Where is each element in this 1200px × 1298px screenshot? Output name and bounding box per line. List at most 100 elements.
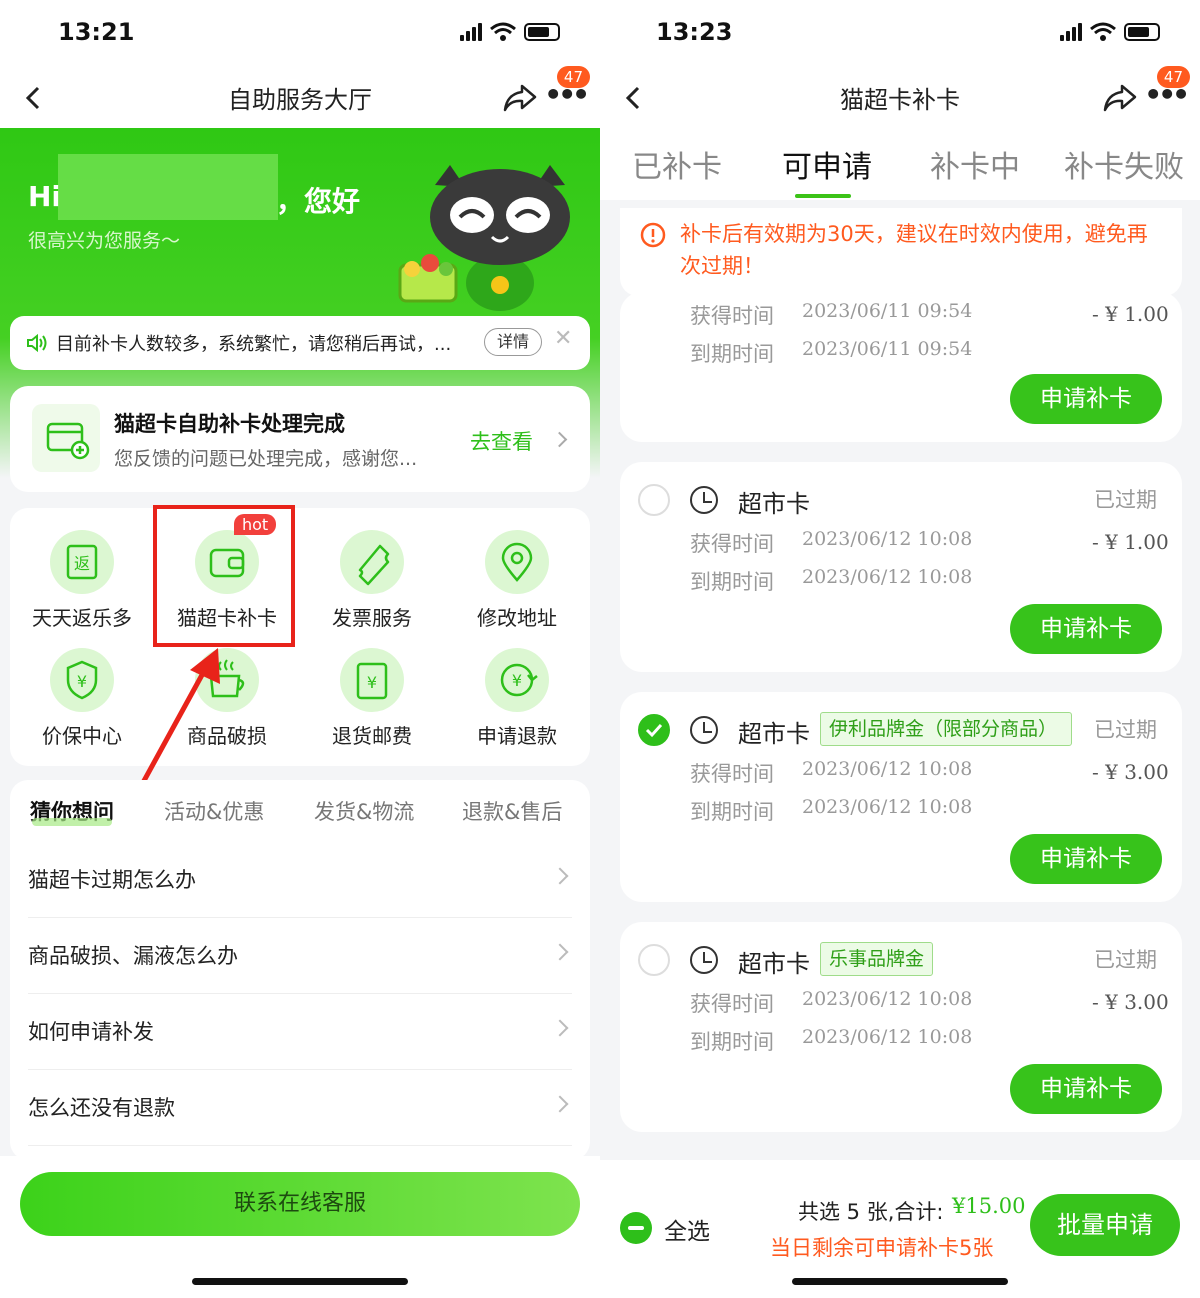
clock-icon (690, 486, 718, 514)
card-amount: - ¥ 3.00 (1092, 990, 1169, 1014)
batch-apply-button[interactable]: 批量申请 (1030, 1194, 1180, 1256)
rebate-icon[interactable]: 返 (50, 530, 114, 594)
faq-row[interactable]: 如何申请补发 (28, 994, 572, 1070)
tab-promotions[interactable]: 活动&优惠 (164, 796, 264, 826)
card-name: 超市卡 (738, 950, 810, 978)
get-time-value: 2023/06/12 10:08 (802, 988, 973, 1010)
expire-time-label: 到期时间 (690, 570, 774, 594)
minus-icon (628, 1226, 644, 1230)
tab-in-progress[interactable]: 补卡中 (930, 142, 1020, 186)
card-status: 已过期 (1094, 948, 1157, 972)
chevron-right-icon (551, 431, 568, 448)
faq-row[interactable]: 怎么还没有退款 (28, 1070, 572, 1146)
select-all-checkbox[interactable] (620, 1212, 652, 1244)
warning-text: 补卡后有效期为30天，建议在时效内使用，避免再次过期！ (680, 222, 1148, 278)
contact-service-button[interactable]: 联系在线客服 (20, 1172, 580, 1236)
expire-time-label: 到期时间 (690, 1030, 774, 1054)
grid-item-return-postage[interactable]: 退货邮费 (302, 720, 442, 749)
location-pin-icon[interactable] (485, 530, 549, 594)
greeting-text: ，您好 (276, 185, 361, 218)
tab-failed[interactable]: 补卡失败 (1064, 142, 1184, 186)
tab-shipping[interactable]: 发货&物流 (314, 796, 414, 826)
result-desc: 您反馈的问题已处理完成，感谢您... (114, 448, 418, 470)
tab-underline (32, 818, 112, 826)
get-time-label: 获得时间 (690, 992, 774, 1016)
bottom-action-bar: 全选 共选 5 张,合计: ¥15.00 当日剩余可申请补卡5张 批量申请 (600, 1160, 1200, 1298)
tab-bar: 已补卡 可申请 补卡中 补卡失败 (600, 128, 1200, 200)
signal-icon (1060, 23, 1082, 41)
status-time: 13:21 (58, 18, 135, 46)
info-icon (640, 222, 666, 248)
card-name: 超市卡 (738, 720, 810, 748)
refund-icon[interactable]: ¥ (485, 648, 549, 712)
expire-time-value: 2023/06/12 10:08 (802, 566, 973, 588)
more-icon[interactable]: ••• (544, 81, 590, 109)
expire-time-value: 2023/06/12 10:08 (802, 796, 973, 818)
select-checkbox[interactable] (638, 484, 670, 516)
result-title: 猫超卡自助补卡处理完成 (114, 412, 345, 436)
clock-icon (690, 716, 718, 744)
chevron-right-icon (551, 867, 569, 885)
svg-text:¥: ¥ (512, 671, 522, 690)
card-item: 获得时间 2023/06/11 09:54 - ¥ 1.00 到期时间 2023… (620, 292, 1182, 442)
close-icon[interactable]: ✕ (554, 326, 572, 351)
battery-icon (1124, 23, 1160, 41)
warning-banner: 补卡后有效期为30天，建议在时效内使用，避免再次过期！ (620, 208, 1182, 296)
tab-reissued[interactable]: 已补卡 (632, 142, 722, 186)
apply-reissue-button[interactable]: 申请补卡 (1010, 604, 1162, 654)
status-icons (1060, 22, 1160, 42)
select-checkbox[interactable] (638, 944, 670, 976)
selection-summary: 共选 5 张,合计: (798, 1200, 944, 1224)
notice-detail-button[interactable]: 详情 (484, 328, 542, 356)
faq-row[interactable]: 商品破损、漏液怎么办 (28, 918, 572, 994)
select-all-label[interactable]: 全选 (664, 1212, 710, 1246)
check-icon (645, 723, 663, 738)
apply-reissue-button[interactable]: 申请补卡 (1010, 834, 1162, 884)
status-icons (460, 22, 560, 42)
faq-row[interactable]: 猫超卡过期怎么办 (28, 842, 572, 918)
apply-reissue-button[interactable]: 申请补卡 (1010, 374, 1162, 424)
greeting-hi: Hi (28, 180, 62, 213)
select-checkbox-checked[interactable] (638, 714, 670, 746)
get-time-label: 获得时间 (690, 762, 774, 786)
status-bar: 13:21 (0, 0, 600, 68)
grid-item-refund[interactable]: 申请退款 (447, 720, 587, 749)
tab-after-sales[interactable]: 退款&售后 (462, 796, 562, 826)
status-bar: 13:23 (600, 0, 1200, 68)
chevron-right-icon (551, 1019, 569, 1037)
apply-reissue-button[interactable]: 申请补卡 (1010, 1064, 1162, 1114)
share-icon[interactable] (502, 82, 538, 114)
tab-applicable[interactable]: 可申请 (782, 142, 872, 186)
return-postage-icon[interactable]: ¥ (340, 648, 404, 712)
card-item: 超市卡 伊利品牌金（限部分商品） 已过期 获得时间 2023/06/12 10:… (620, 692, 1182, 902)
clock-icon (690, 946, 718, 974)
grid-item-invoice[interactable]: 发票服务 (302, 602, 442, 631)
get-time-label: 获得时间 (690, 304, 774, 328)
active-tab-indicator (795, 194, 851, 198)
wifi-icon (1090, 22, 1116, 41)
card-status: 已过期 (1094, 488, 1157, 512)
result-card[interactable]: 猫超卡自助补卡处理完成 您反馈的问题已处理完成，感谢您... 去查看 (10, 386, 590, 492)
view-link[interactable]: 去查看 (470, 426, 533, 456)
battery-icon (524, 23, 560, 41)
notice-bar: 目前补卡人数较多，系统繁忙，请您稍后再试，... 详情 ✕ (10, 316, 590, 370)
brand-tag: 伊利品牌金（限部分商品） (820, 712, 1072, 746)
share-icon[interactable] (1102, 82, 1138, 114)
status-time: 13:23 (656, 18, 733, 46)
expire-time-label: 到期时间 (690, 800, 774, 824)
grid-item-address[interactable]: 修改地址 (447, 602, 587, 631)
more-icon[interactable]: ••• (1144, 81, 1190, 109)
get-time-value: 2023/06/12 10:08 (802, 528, 973, 550)
message-badge: 47 (1156, 66, 1190, 88)
nav-bar: 猫超卡补卡 ••• 47 (600, 66, 1200, 128)
get-time-label: 获得时间 (690, 532, 774, 556)
ticket-icon[interactable] (340, 530, 404, 594)
grid-item-rebate[interactable]: 天天返乐多 (12, 602, 152, 631)
username-mask (58, 154, 278, 220)
home-indicator (192, 1278, 408, 1285)
message-badge: 47 (556, 66, 590, 88)
svg-text:¥: ¥ (367, 673, 377, 692)
chevron-right-icon (551, 1095, 569, 1113)
get-time-value: 2023/06/11 09:54 (802, 300, 973, 322)
card-amount: - ¥ 3.00 (1092, 760, 1169, 784)
